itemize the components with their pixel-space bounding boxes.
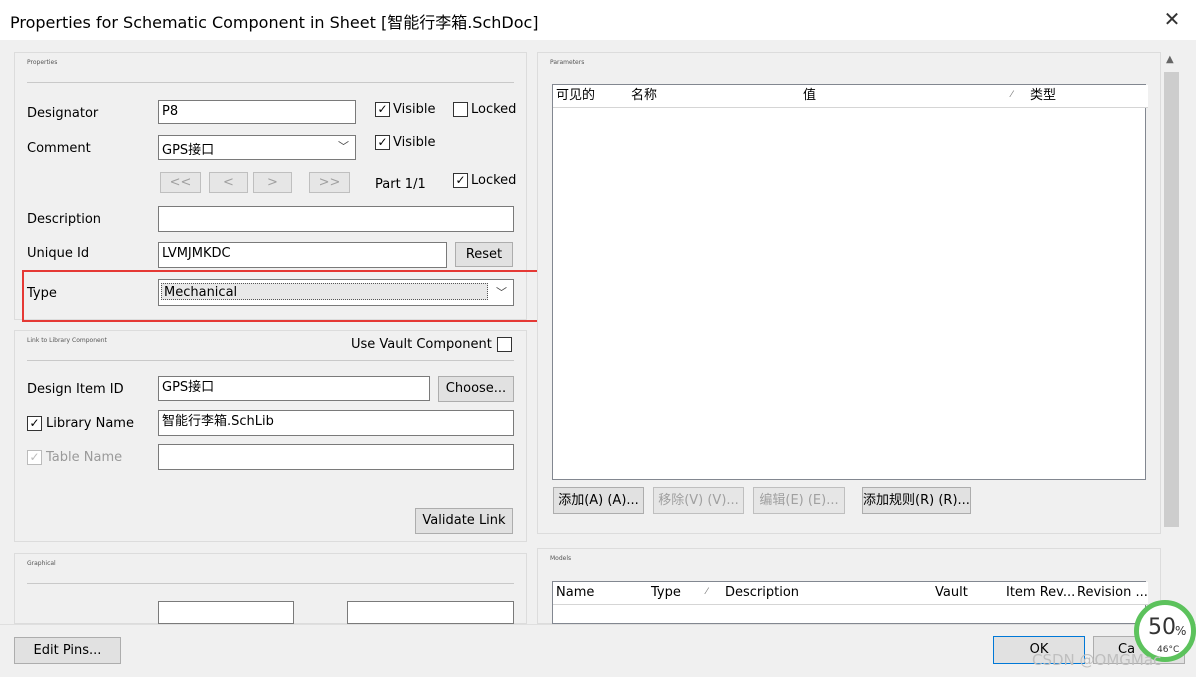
location-x-input[interactable] <box>158 601 294 624</box>
table-name-label: Table Name <box>46 450 123 465</box>
vertical-scrollbar[interactable]: ▲ <box>1162 52 1181 624</box>
param-col-visible[interactable]: 可见的 <box>553 85 632 108</box>
window-title: Properties for Schematic Component in Sh… <box>10 13 539 32</box>
library-name-input[interactable]: 智能行李箱.SchLib <box>158 410 514 436</box>
close-icon[interactable]: ✕ <box>1160 6 1184 32</box>
type-combo[interactable]: Mechanical ﹀ <box>158 279 514 306</box>
models-group-title: Models <box>550 555 572 562</box>
models-grid[interactable]: Name Type ⁄ Description Vault Item Rev..… <box>552 581 1148 624</box>
watermark-text: CSDN @OMGMac <box>1032 651 1162 669</box>
part-first-button[interactable]: << <box>160 172 201 193</box>
type-label: Type <box>27 286 57 301</box>
model-col-vault[interactable]: Vault <box>932 582 1007 605</box>
model-col-item-rev[interactable]: Item Rev... <box>1003 582 1078 605</box>
library-separator <box>27 360 514 361</box>
type-value: Mechanical <box>161 283 488 300</box>
library-link-group-title: Link to Library Component <box>27 337 107 344</box>
param-col-name[interactable]: 名称 <box>628 85 804 108</box>
validate-link-button[interactable]: Validate Link <box>415 508 513 534</box>
comment-combo[interactable]: GPS接口 ﹀ <box>158 135 356 160</box>
part-label: Part 1/1 <box>375 177 426 192</box>
design-item-input[interactable]: GPS接口 <box>158 376 430 401</box>
designator-visible-label: Visible <box>393 102 436 117</box>
library-name-label: Library Name <box>46 416 134 431</box>
properties-group-title: Properties <box>27 59 58 66</box>
location-y-input[interactable] <box>347 601 514 624</box>
gauge-value: 50 <box>1148 615 1176 640</box>
design-item-label: Design Item ID <box>27 382 124 397</box>
library-name-checkbox[interactable]: ✓ <box>27 416 42 431</box>
part-next-button[interactable]: > <box>253 172 292 193</box>
part-locked-checkbox[interactable]: ✓ <box>453 173 468 188</box>
param-col-type[interactable]: 类型 <box>1027 85 1148 108</box>
edit-parameter-button[interactable]: 编辑(E) (E)... <box>753 487 845 514</box>
gauge-unit: % <box>1175 624 1187 638</box>
parameters-grid[interactable]: 可见的 名称 值 ⁄ 类型 <box>552 84 1148 480</box>
model-col-description[interactable]: Description <box>722 582 936 605</box>
table-name-input[interactable] <box>158 444 514 470</box>
model-col-name[interactable]: Name <box>553 582 652 605</box>
table-name-checkbox[interactable]: ✓ <box>27 450 42 465</box>
reset-button[interactable]: Reset <box>455 242 513 267</box>
graphical-separator <box>27 583 514 584</box>
comment-visible-label: Visible <box>393 135 436 150</box>
designator-input[interactable]: P8 <box>158 100 356 124</box>
chevron-down-icon[interactable]: ﹀ <box>496 284 507 300</box>
designator-locked-checkbox[interactable] <box>453 102 468 117</box>
part-last-button[interactable]: >> <box>309 172 350 193</box>
use-vault-label: Use Vault Component <box>351 337 492 352</box>
part-prev-button[interactable]: < <box>209 172 248 193</box>
comment-label: Comment <box>27 141 91 156</box>
sort-icon: ⁄ <box>706 587 708 597</box>
part-locked-label: Locked <box>471 173 517 188</box>
add-rule-button[interactable]: 添加规则(R) (R)... <box>862 487 971 514</box>
sort-icon: ⁄ <box>1011 90 1013 100</box>
parameters-group-title: Parameters <box>550 59 585 66</box>
scrollbar-thumb[interactable] <box>1164 72 1179 527</box>
param-col-value[interactable]: 值 <box>800 85 1031 108</box>
add-parameter-button[interactable]: 添加(A) (A)... <box>553 487 644 514</box>
title-bar: Properties for Schematic Component in Sh… <box>0 0 1196 40</box>
model-col-revision[interactable]: Revision ... <box>1074 582 1148 605</box>
model-col-type[interactable]: Type <box>648 582 726 605</box>
designator-label: Designator <box>27 106 99 121</box>
unique-id-input[interactable]: LVMJMKDC <box>158 242 447 268</box>
description-label: Description <box>27 212 102 227</box>
properties-separator <box>27 82 514 83</box>
graphical-group-title: Graphical <box>27 560 56 567</box>
remove-parameter-button[interactable]: 移除(V) (V)... <box>653 487 744 514</box>
unique-id-label: Unique Id <box>27 246 90 261</box>
comment-visible-checkbox[interactable]: ✓ <box>375 135 390 150</box>
edit-pins-button[interactable]: Edit Pins... <box>14 637 121 664</box>
scroll-up-icon[interactable]: ▲ <box>1166 54 1174 65</box>
chevron-down-icon[interactable]: ﹀ <box>338 138 349 154</box>
designator-visible-checkbox[interactable]: ✓ <box>375 102 390 117</box>
designator-locked-label: Locked <box>471 102 517 117</box>
comment-value: GPS接口 <box>162 143 215 158</box>
choose-button[interactable]: Choose... <box>438 376 514 402</box>
use-vault-checkbox[interactable] <box>497 337 512 352</box>
description-input[interactable] <box>158 206 514 232</box>
